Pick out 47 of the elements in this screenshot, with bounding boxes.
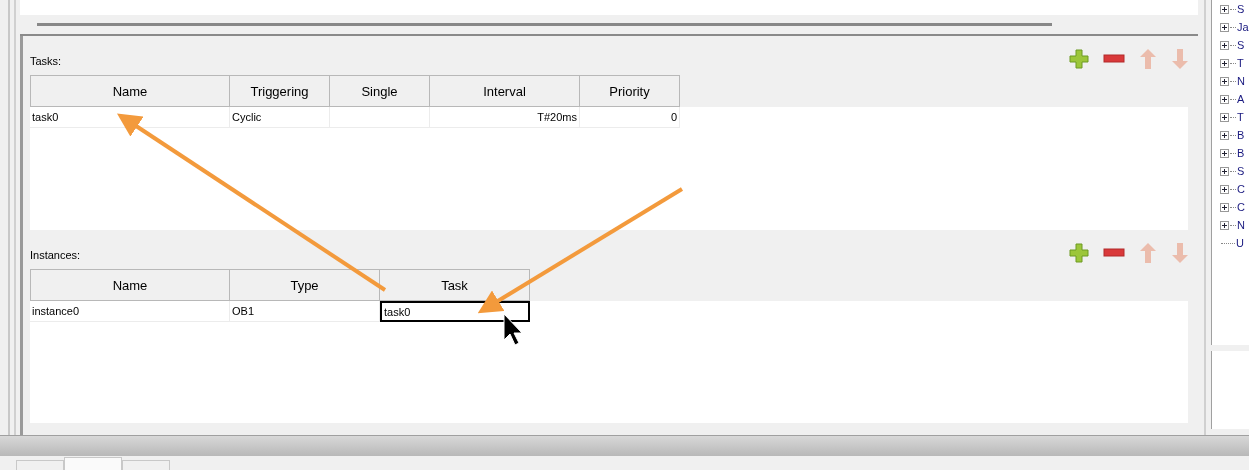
expand-icon[interactable] <box>1220 220 1229 230</box>
table-cell: T#20ms <box>430 107 580 128</box>
tree-item[interactable]: S <box>1237 39 1245 51</box>
expand-icon[interactable] <box>1220 130 1229 140</box>
expand-icon[interactable] <box>1220 166 1229 176</box>
column-header[interactable]: Type <box>230 269 380 301</box>
expand-icon[interactable] <box>1220 184 1229 194</box>
column-header[interactable]: Priority <box>580 75 680 107</box>
remove-icon[interactable] <box>1103 53 1125 64</box>
column-header[interactable]: Triggering <box>230 75 330 107</box>
tree-item[interactable]: C <box>1237 183 1245 195</box>
expand-icon[interactable] <box>1220 76 1229 86</box>
expand-icon[interactable] <box>1220 22 1229 32</box>
column-header[interactable]: Single <box>330 75 430 107</box>
expand-icon[interactable] <box>1220 58 1229 68</box>
cell-editor[interactable]: task0 <box>380 301 530 322</box>
tree-item[interactable]: C <box>1237 201 1245 213</box>
expand-icon[interactable] <box>1220 40 1229 50</box>
tree-item[interactable]: U <box>1236 237 1244 249</box>
column-header[interactable]: Name <box>30 75 230 107</box>
tree-item[interactable]: T <box>1237 111 1244 123</box>
tree-item[interactable]: Ja <box>1237 21 1249 33</box>
cursor-icon <box>503 313 523 346</box>
expand-icon[interactable] <box>1220 148 1229 158</box>
tree-item[interactable]: N <box>1237 75 1245 87</box>
column-header[interactable]: Name <box>30 269 230 301</box>
tree-item[interactable]: B <box>1237 129 1245 141</box>
tree-item[interactable]: B <box>1237 147 1245 159</box>
expand-icon[interactable] <box>1220 94 1229 104</box>
tree-item[interactable]: T <box>1237 57 1244 69</box>
section-label: Instances: <box>30 249 81 263</box>
expand-icon[interactable] <box>1220 4 1229 14</box>
tree-item[interactable]: S <box>1237 3 1245 15</box>
tree-item[interactable]: A <box>1237 93 1245 105</box>
scrollbar[interactable] <box>37 23 1052 26</box>
remove-icon[interactable] <box>1103 247 1125 258</box>
expand-icon[interactable] <box>1220 112 1229 122</box>
table-cell: instance0 <box>30 301 230 322</box>
column-header[interactable]: Task <box>380 269 530 301</box>
section-label: Tasks: <box>30 55 62 69</box>
column-header[interactable]: Interval <box>430 75 580 107</box>
expand-icon[interactable] <box>1220 202 1229 212</box>
tree-item[interactable]: N <box>1237 219 1245 231</box>
table-cell: Cyclic <box>230 107 330 128</box>
table-cell: 0 <box>580 107 680 128</box>
tree-item[interactable]: S <box>1237 165 1245 177</box>
table-cell: task0 <box>30 107 230 128</box>
